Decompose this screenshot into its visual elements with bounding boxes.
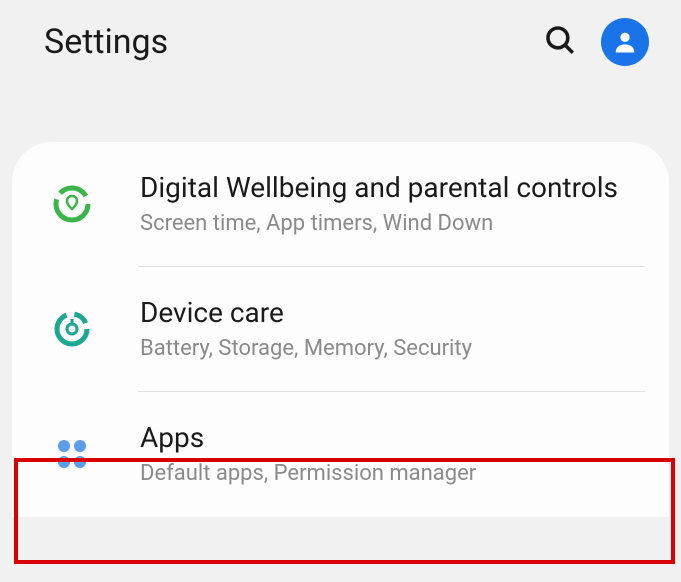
- search-icon[interactable]: [543, 23, 577, 61]
- item-title: Apps: [140, 420, 645, 456]
- apps-icon: [50, 432, 94, 476]
- list-item-apps[interactable]: Apps Default apps, Permission manager: [12, 392, 669, 517]
- device-care-icon: [50, 307, 94, 351]
- list-item-digital-wellbeing[interactable]: Digital Wellbeing and parental controls …: [12, 142, 669, 267]
- page-title: Settings: [44, 22, 168, 62]
- wellbeing-icon: [50, 182, 94, 226]
- item-text: Apps Default apps, Permission manager: [140, 420, 645, 489]
- item-subtitle: Screen time, App timers, Wind Down: [140, 210, 645, 239]
- settings-list: Digital Wellbeing and parental controls …: [12, 142, 669, 517]
- item-title: Digital Wellbeing and parental controls: [140, 170, 645, 206]
- item-subtitle: Battery, Storage, Memory, Security: [140, 335, 645, 364]
- item-title: Device care: [140, 295, 645, 331]
- list-item-device-care[interactable]: Device care Battery, Storage, Memory, Se…: [12, 267, 669, 392]
- profile-icon[interactable]: [601, 18, 649, 66]
- header-actions: [543, 18, 649, 66]
- header: Settings: [0, 0, 681, 84]
- item-text: Digital Wellbeing and parental controls …: [140, 170, 645, 239]
- item-text: Device care Battery, Storage, Memory, Se…: [140, 295, 645, 364]
- item-subtitle: Default apps, Permission manager: [140, 460, 645, 489]
